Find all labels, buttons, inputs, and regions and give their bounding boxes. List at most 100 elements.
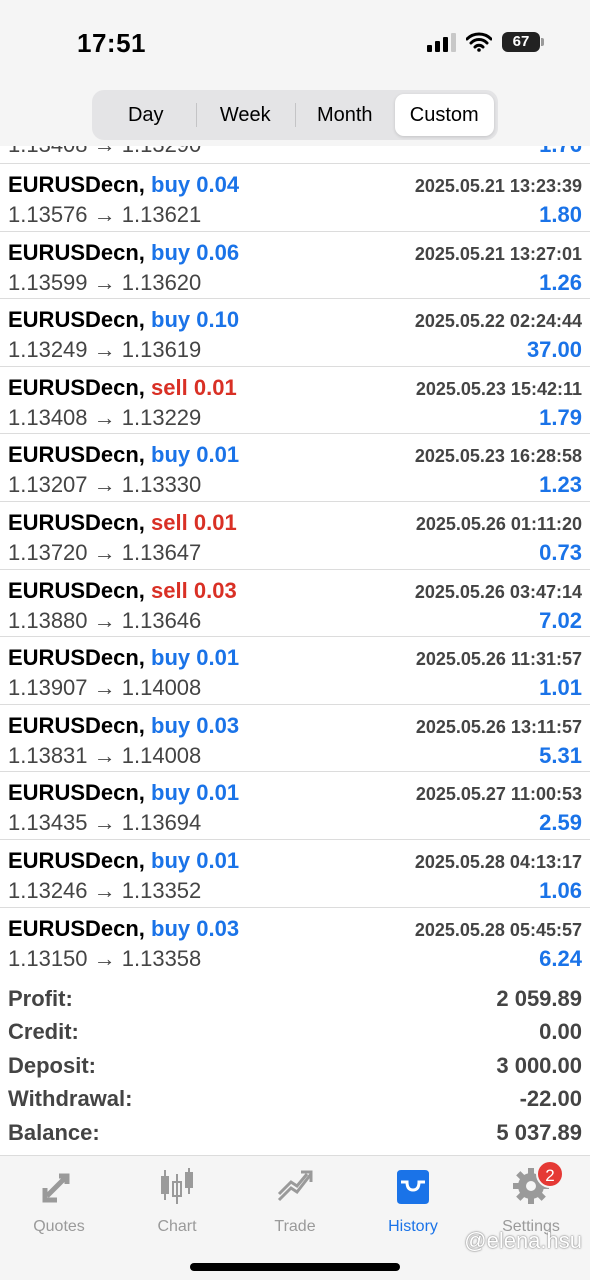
deal-title: EURUSDecn, buy 0.04 xyxy=(8,172,239,198)
deal-profit: 2.59 xyxy=(539,810,582,836)
deal-time: 2025.05.28 04:13:17 xyxy=(414,851,582,872)
deal-volume: 0.10 xyxy=(196,307,240,333)
deal-symbol: EURUSDecn, xyxy=(8,442,145,468)
deal-title: EURUSDecn, buy 0.03 xyxy=(8,713,239,739)
deal-volume: 0.01 xyxy=(196,645,240,671)
segment-custom[interactable]: Custom xyxy=(394,94,494,136)
summary-row: Profit: 2 059.89 xyxy=(0,984,590,1017)
deal-title: EURUSDecn, buy 0.06 xyxy=(8,240,239,266)
deal-volume: 0.01 xyxy=(196,847,240,873)
deal-prices: 1.13576 → 1.13621 xyxy=(8,202,202,227)
deal-title: EURUSDecn, sell 0.03 xyxy=(8,578,237,604)
quotes-arrows-icon xyxy=(42,1173,70,1203)
deal-time: 2025.05.28 05:45:57 xyxy=(414,919,582,940)
period-filter-bar: Day Week Month Custom xyxy=(0,88,590,146)
tab-chart[interactable]: Chart xyxy=(118,1166,236,1236)
deal-title: EURUSDecn, sell 0.01 xyxy=(8,510,237,536)
deal-volume: 0.03 xyxy=(193,577,237,603)
deal-title: EURUSDecn, buy 0.01 xyxy=(8,442,239,468)
segment-month[interactable]: Month xyxy=(295,94,395,136)
deal-side: buy xyxy=(151,645,191,671)
deal-prices: 1.13150 → 1.13358 xyxy=(8,945,202,971)
tab-history-label: History xyxy=(388,1218,438,1235)
deal-row[interactable]: EURUSDecn, sell 0.03 2025.05.26 03:47:14 1… xyxy=(0,570,590,638)
deal-side: sell xyxy=(151,577,188,603)
summary-label: Withdrawal: xyxy=(8,1086,133,1112)
summary-label: Credit: xyxy=(8,1019,79,1045)
summary-row: Balance: 5 037.89 xyxy=(0,1118,590,1151)
cellular-signal-icon xyxy=(427,32,456,52)
deal-prices: 1.13408 → 1.13229 xyxy=(8,404,202,430)
deal-row-partial[interactable]: 1.13408 → 1.13290 1.76 xyxy=(0,146,590,164)
deal-row[interactable]: EURUSDecn, sell 0.01 2025.05.26 01:11:20 1… xyxy=(0,502,590,570)
trend-up-icon xyxy=(277,1170,313,1202)
deal-row[interactable]: EURUSDecn, buy 0.01 2025.05.26 11:31:57 1.… xyxy=(0,637,590,705)
tab-quotes[interactable]: Quotes xyxy=(0,1166,118,1236)
deal-time: 2025.05.22 02:24:44 xyxy=(414,311,582,332)
inbox-tray-icon xyxy=(397,1170,429,1204)
deal-time: 2025.05.26 13:11:57 xyxy=(415,716,582,737)
summary-label: Balance: xyxy=(8,1119,100,1145)
deal-side: buy xyxy=(151,307,191,333)
tab-settings[interactable]: 2 Settings xyxy=(472,1160,590,1236)
tab-history[interactable]: History xyxy=(354,1166,472,1236)
home-indicator[interactable] xyxy=(190,1263,400,1271)
deal-volume: 0.01 xyxy=(196,780,240,806)
deal-time: 2025.05.26 03:47:14 xyxy=(414,581,582,602)
candlestick-icon xyxy=(161,1168,193,1204)
deal-symbol: EURUSDecn, xyxy=(8,374,145,400)
deal-row[interactable]: EURUSDecn, buy 0.03 2025.05.28 05:45:57 1.… xyxy=(0,908,590,974)
deal-volume: 0.04 xyxy=(196,172,240,197)
summary-value: 2 059.89 xyxy=(496,986,582,1011)
deal-row[interactable]: EURUSDecn, buy 0.06 2025.05.21 13:27:01 1.… xyxy=(0,232,590,300)
wifi-icon xyxy=(466,32,492,52)
deal-volume: 0.01 xyxy=(193,374,237,400)
deal-symbol: EURUSDecn, xyxy=(8,780,145,806)
deal-prices: 1.13831 → 1.14008 xyxy=(8,742,202,768)
summary-label: Deposit: xyxy=(8,1052,96,1078)
deal-row[interactable]: EURUSDecn, buy 0.01 2025.05.23 16:28:58 1.… xyxy=(0,434,590,502)
deal-profit: 5.31 xyxy=(539,742,582,768)
watermark: @elena.hsu xyxy=(464,1228,582,1253)
deal-symbol: EURUSDecn, xyxy=(8,915,145,941)
segment-day[interactable]: Day xyxy=(96,94,196,136)
summary-row: Withdrawal: -22.00 xyxy=(0,1084,590,1117)
deal-row[interactable]: EURUSDecn, buy 0.01 2025.05.28 04:13:17 1.… xyxy=(0,840,590,908)
deal-profit: 1.26 xyxy=(539,269,582,295)
summary-row: Credit: 0.00 xyxy=(0,1017,590,1050)
deal-symbol: EURUSDecn, xyxy=(8,239,145,265)
deal-profit: 1.23 xyxy=(539,472,582,498)
deal-side: buy xyxy=(151,712,191,738)
deal-row[interactable]: EURUSDecn, buy 0.03 2025.05.26 13:11:57 1.… xyxy=(0,705,590,773)
deal-time: 2025.05.27 11:00:53 xyxy=(415,784,582,805)
deal-profit: 1.79 xyxy=(539,404,582,430)
deal-symbol: EURUSDecn, xyxy=(8,307,145,333)
status-icons: 67 xyxy=(427,32,544,52)
deal-profit: 1.06 xyxy=(539,877,582,903)
deal-profit: 6.24 xyxy=(539,945,582,971)
deal-row[interactable]: EURUSDecn, buy 0.10 2025.05.22 02:24:44 1.… xyxy=(0,299,590,367)
deal-side: sell xyxy=(151,374,188,400)
deal-symbol: EURUSDecn, xyxy=(8,712,145,738)
deal-prices: 1.13599 → 1.13620 xyxy=(8,269,202,295)
deal-profit: 0.73 xyxy=(539,539,582,565)
deal-profit: 37.00 xyxy=(526,337,582,363)
deal-row[interactable]: EURUSDecn, buy 0.04 2025.05.21 13:23:39 1.… xyxy=(0,164,590,232)
tab-trade[interactable]: Trade xyxy=(236,1166,354,1236)
deal-symbol: EURUSDecn, xyxy=(8,847,145,873)
segment-week[interactable]: Week xyxy=(195,94,296,136)
deal-prices: 1.13720 → 1.13647 xyxy=(8,539,202,565)
tab-quotes-label: Quotes xyxy=(33,1218,85,1235)
deal-symbol: EURUSDecn, xyxy=(8,577,145,603)
deal-prices: 1.13408 → 1.13290 xyxy=(8,146,201,158)
deal-time: 2025.05.21 13:27:01 xyxy=(414,243,582,264)
deal-row[interactable]: EURUSDecn, buy 0.01 2025.05.27 11:00:53 1.… xyxy=(0,772,590,840)
deal-volume: 0.03 xyxy=(196,712,240,738)
deal-profit: 7.02 xyxy=(539,607,582,633)
deal-row[interactable]: EURUSDecn, sell 0.01 2025.05.23 15:42:11 1… xyxy=(0,367,590,435)
deals-list[interactable]: 1.13408 → 1.13290 1.76 EURUSDecn, buy 0.… xyxy=(0,146,590,974)
deal-symbol: EURUSDecn, xyxy=(8,645,145,671)
bottom-tab-bar: Quotes Chart Trade History 2 Settings @e… xyxy=(0,1155,590,1280)
deal-time: 2025.05.26 01:11:20 xyxy=(415,513,582,534)
deal-symbol: EURUSDecn, xyxy=(8,172,145,197)
